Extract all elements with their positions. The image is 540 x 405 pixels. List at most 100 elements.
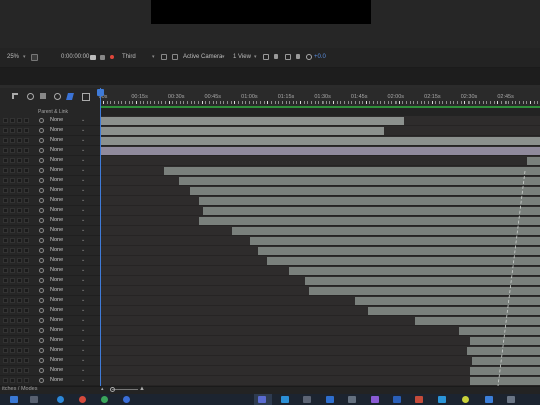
layer-switch[interactable] [24, 348, 29, 353]
layer-switch[interactable] [10, 178, 15, 183]
layer-switch[interactable] [24, 368, 29, 373]
parent-select[interactable]: None [50, 167, 63, 173]
parent-select[interactable]: None [50, 297, 63, 303]
pickwhip-icon[interactable] [39, 128, 44, 133]
parent-select[interactable]: None [50, 377, 63, 383]
layer-switch[interactable] [24, 378, 29, 383]
layer-switch[interactable] [24, 178, 29, 183]
pickwhip-icon[interactable] [39, 368, 44, 373]
layer-switch[interactable] [3, 218, 8, 223]
panel-divider[interactable] [0, 68, 540, 85]
parent-select[interactable]: None [50, 137, 63, 143]
app-icon[interactable] [371, 396, 379, 403]
parent-select[interactable]: None [50, 147, 63, 153]
pickwhip-icon[interactable] [39, 248, 44, 253]
parent-select[interactable]: None [50, 207, 63, 213]
layer-switch[interactable] [3, 228, 8, 233]
pickwhip-icon[interactable] [39, 148, 44, 153]
flowchart-icon[interactable] [285, 54, 291, 60]
chevron-down-icon[interactable]: ⌄ [81, 327, 85, 333]
chevron-down-icon[interactable]: ⌄ [81, 247, 85, 253]
chevron-down-icon[interactable]: ⌄ [81, 377, 85, 383]
layer-switch[interactable] [24, 238, 29, 243]
layer-switch[interactable] [24, 308, 29, 313]
layer-switch[interactable] [10, 368, 15, 373]
layer-switch[interactable] [24, 218, 29, 223]
layer-switch[interactable] [17, 328, 22, 333]
layer-switch[interactable] [24, 118, 29, 123]
layer-switch[interactable] [24, 138, 29, 143]
chevron-down-icon[interactable]: ⌄ [81, 127, 85, 133]
layer-switch[interactable] [10, 288, 15, 293]
layer-switch[interactable] [3, 308, 8, 313]
layer-switch[interactable] [24, 248, 29, 253]
layer-switch[interactable] [3, 258, 8, 263]
layer-switch[interactable] [17, 318, 22, 323]
layer-switch[interactable] [10, 148, 15, 153]
pickwhip-icon[interactable] [39, 168, 44, 173]
layer-switch[interactable] [3, 148, 8, 153]
layer-switch[interactable] [10, 208, 15, 213]
current-timecode[interactable]: 0:00:00:00 [61, 54, 89, 60]
chevron-down-icon[interactable]: ⌄ [81, 237, 85, 243]
pickwhip-icon[interactable] [39, 308, 44, 313]
layer-switch[interactable] [24, 358, 29, 363]
layer-switch[interactable] [10, 188, 15, 193]
layer-switch[interactable] [17, 138, 22, 143]
layer-switch[interactable] [17, 168, 22, 173]
layer-switch[interactable] [17, 258, 22, 263]
layer-switch[interactable] [10, 308, 15, 313]
pickwhip-icon[interactable] [39, 218, 44, 223]
layer-switch[interactable] [3, 328, 8, 333]
pickwhip-icon[interactable] [39, 138, 44, 143]
layer-switch[interactable] [24, 168, 29, 173]
pickwhip-icon[interactable] [39, 268, 44, 273]
layer-switch[interactable] [3, 378, 8, 383]
parent-select[interactable]: None [50, 357, 63, 363]
after-effects-icon[interactable] [258, 396, 266, 403]
parent-select[interactable]: None [50, 197, 63, 203]
layer-switch[interactable] [17, 238, 22, 243]
chevron-down-icon[interactable]: ⌄ [81, 317, 85, 323]
layer-switch[interactable] [17, 128, 22, 133]
color-channel-icon[interactable] [110, 55, 114, 59]
layer-switch[interactable] [24, 258, 29, 263]
chevron-down-icon[interactable]: ⌄ [81, 337, 85, 343]
parent-select[interactable]: None [50, 337, 63, 343]
layer-switch[interactable] [3, 358, 8, 363]
app-icon[interactable] [438, 396, 446, 403]
pickwhip-icon[interactable] [39, 338, 44, 343]
chevron-down-icon[interactable]: ⌄ [81, 257, 85, 263]
timeline-zoom-slider[interactable] [112, 389, 138, 390]
pickwhip-icon[interactable] [39, 198, 44, 203]
layer-switch[interactable] [24, 288, 29, 293]
chevron-down-icon[interactable]: ⌄ [81, 347, 85, 353]
parent-select[interactable]: None [50, 367, 63, 373]
chevron-down-icon[interactable]: ▾ [23, 54, 26, 60]
layer-switch[interactable] [17, 118, 22, 123]
layer-switch[interactable] [24, 318, 29, 323]
layer-switch[interactable] [17, 288, 22, 293]
chevron-down-icon[interactable]: ⌄ [81, 367, 85, 373]
parent-select[interactable]: None [50, 317, 63, 323]
parent-select[interactable]: None [50, 327, 63, 333]
parent-select[interactable]: None [50, 307, 63, 313]
layer-switch[interactable] [3, 118, 8, 123]
layer-switch[interactable] [10, 278, 15, 283]
layer-switch[interactable] [24, 148, 29, 153]
layer-switch[interactable] [10, 338, 15, 343]
reset-exposure-icon[interactable] [306, 54, 312, 60]
app-icon[interactable] [507, 396, 515, 403]
parent-select[interactable]: None [50, 267, 63, 273]
pickwhip-icon[interactable] [39, 228, 44, 233]
edge-icon[interactable] [57, 396, 64, 403]
layer-switch[interactable] [3, 188, 8, 193]
pickwhip-icon[interactable] [39, 318, 44, 323]
layer-switch[interactable] [17, 228, 22, 233]
layer-switch[interactable] [17, 268, 22, 273]
app-icon[interactable] [462, 396, 469, 403]
parent-select[interactable]: None [50, 287, 63, 293]
layer-switch[interactable] [10, 358, 15, 363]
composition-canvas[interactable] [151, 0, 371, 24]
layer-switch[interactable] [10, 348, 15, 353]
